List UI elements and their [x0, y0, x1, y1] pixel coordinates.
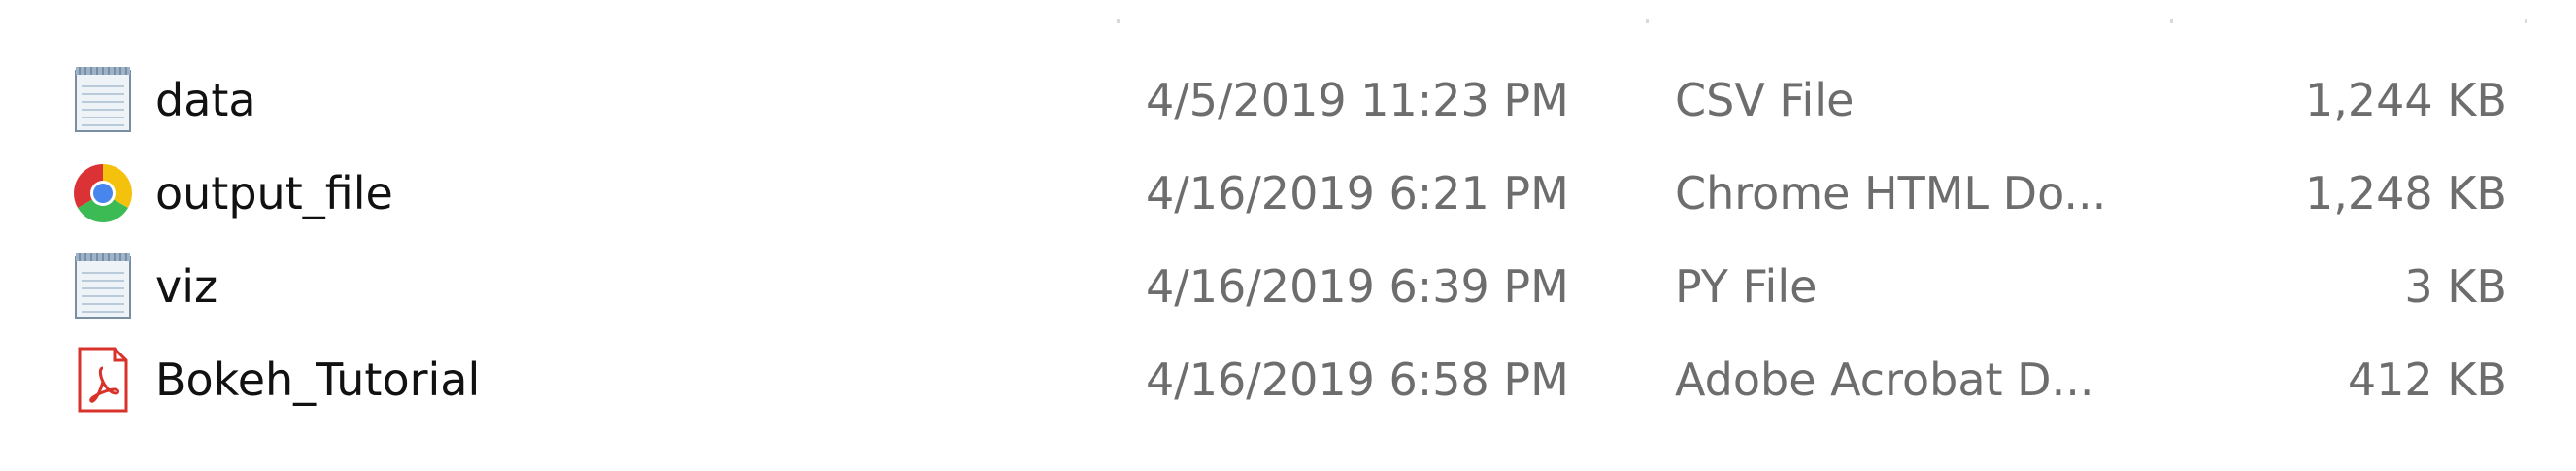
file-type: Adobe Acrobat D...: [1675, 353, 2094, 406]
column-divider-size-end[interactable]: [2525, 19, 2527, 23]
file-list: data 4/5/2019 11:23 PM CSV File 1,244 KB: [0, 53, 2576, 426]
notepad-file-icon: [70, 252, 136, 321]
file-name[interactable]: Bokeh_Tutorial: [155, 333, 1126, 426]
file-explorer-list-view: data 4/5/2019 11:23 PM CSV File 1,244 KB: [0, 0, 2576, 471]
file-name[interactable]: output_file: [155, 147, 1126, 240]
file-date-modified: 4/16/2019 6:21 PM: [1146, 167, 1569, 219]
file-date-modified: 4/16/2019 6:39 PM: [1146, 260, 1569, 313]
file-type: Chrome HTML Do...: [1675, 167, 2107, 219]
pdf-file-icon: [70, 345, 136, 415]
column-divider-type-size[interactable]: [2170, 19, 2173, 23]
file-size: 3 KB: [2404, 260, 2507, 313]
file-row-output-file[interactable]: output_file 4/16/2019 6:21 PM Chrome HTM…: [0, 147, 2576, 240]
file-row-bokeh-tutorial[interactable]: Bokeh_Tutorial 4/16/2019 6:58 PM Adobe A…: [0, 333, 2576, 426]
file-type: CSV File: [1675, 74, 1855, 126]
file-size: 1,244 KB: [2304, 74, 2507, 126]
file-size: 412 KB: [2347, 353, 2507, 406]
file-name[interactable]: data: [155, 53, 1126, 147]
notepad-file-icon: [70, 65, 136, 135]
file-size: 1,248 KB: [2304, 167, 2507, 219]
file-date-modified: 4/5/2019 11:23 PM: [1146, 74, 1569, 126]
file-name[interactable]: viz: [155, 240, 1126, 333]
file-type: PY File: [1675, 260, 1818, 313]
column-divider-date-type[interactable]: [1646, 19, 1649, 23]
chrome-icon: [70, 158, 136, 228]
column-divider-name-date[interactable]: [1117, 19, 1120, 23]
file-row-viz[interactable]: viz 4/16/2019 6:39 PM PY File 3 KB: [0, 240, 2576, 333]
file-row-data[interactable]: data 4/5/2019 11:23 PM CSV File 1,244 KB: [0, 53, 2576, 147]
file-date-modified: 4/16/2019 6:58 PM: [1146, 353, 1569, 406]
